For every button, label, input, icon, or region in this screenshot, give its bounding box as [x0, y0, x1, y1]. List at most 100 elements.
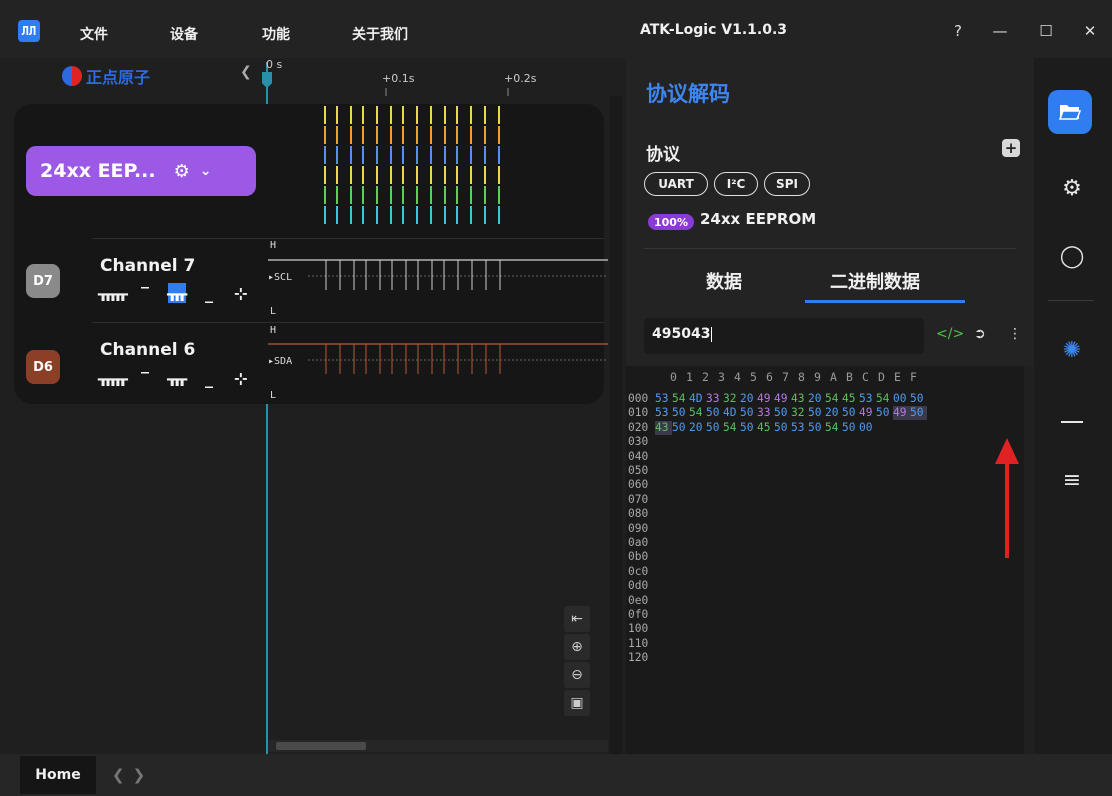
hex-byte[interactable]: 54: [876, 392, 893, 406]
hex-byte[interactable]: 50: [740, 421, 757, 435]
chip-spi[interactable]: SPI: [764, 172, 810, 196]
menu-about[interactable]: 关于我们: [352, 24, 408, 44]
hex-byte[interactable]: 20: [808, 392, 825, 406]
hex-byte[interactable]: 50: [910, 392, 927, 406]
hex-byte[interactable]: 43: [654, 420, 672, 435]
hex-byte[interactable]: 54: [689, 406, 706, 420]
hex-byte[interactable]: 50: [842, 406, 859, 420]
export-icon[interactable]: ➲: [974, 326, 986, 342]
hex-byte[interactable]: 50: [706, 421, 723, 435]
rising-edge-icon[interactable]: ᚅ: [98, 368, 128, 388]
hex-byte[interactable]: 50: [808, 421, 825, 435]
active-protocol-name[interactable]: 24xx EEPROM: [700, 210, 816, 228]
hex-byte[interactable]: 20: [689, 421, 706, 435]
hex-byte[interactable]: 20: [825, 406, 842, 420]
any-edge-icon[interactable]: ⊹: [232, 283, 250, 303]
hex-byte[interactable]: 33: [757, 406, 774, 420]
horizontal-scrollbar[interactable]: [268, 740, 608, 752]
hex-byte[interactable]: 54: [825, 421, 842, 435]
code-icon[interactable]: </>: [936, 326, 964, 342]
hex-byte[interactable]: 50: [774, 421, 791, 435]
folder-icon[interactable]: [1048, 90, 1092, 134]
hex-byte[interactable]: 32: [791, 406, 808, 420]
gear-icon[interactable]: ⚙: [174, 161, 190, 182]
hex-byte[interactable]: 50: [672, 421, 689, 435]
hex-byte[interactable]: 50: [842, 421, 859, 435]
waveform-view[interactable]: [268, 240, 608, 400]
channel-badge-d6[interactable]: D6: [26, 350, 60, 384]
vertical-scrollbar[interactable]: [610, 96, 622, 754]
low-level-icon[interactable]: _: [200, 283, 218, 303]
fit-all-icon[interactable]: ▣: [564, 690, 590, 716]
list-search-icon[interactable]: ≡: [1052, 460, 1092, 500]
time-ruler[interactable]: [268, 84, 608, 96]
zoom-out-icon[interactable]: ⊖: [564, 662, 590, 688]
hex-byte[interactable]: 54: [672, 392, 689, 406]
hex-byte[interactable]: 43: [791, 392, 808, 406]
high-level-icon[interactable]: ‾: [136, 283, 154, 303]
hex-byte[interactable]: 00: [859, 421, 876, 435]
hex-byte[interactable]: 53: [655, 392, 672, 406]
hex-byte[interactable]: 45: [757, 421, 774, 435]
collapse-panel-button[interactable]: ❮: [240, 64, 252, 80]
tab-nav-arrows[interactable]: ❮❯: [112, 766, 153, 784]
close-button[interactable]: ✕: [1076, 18, 1104, 44]
hex-byte[interactable]: 4D: [689, 392, 706, 406]
hex-byte[interactable]: 32: [723, 392, 740, 406]
zoom-in-icon[interactable]: ⊕: [564, 634, 590, 660]
hex-byte[interactable]: 45: [842, 392, 859, 406]
chip-uart[interactable]: UART: [644, 172, 708, 196]
hex-byte[interactable]: 33: [706, 392, 723, 406]
tab-binary-data[interactable]: 二进制数据: [830, 268, 920, 294]
minimize-button[interactable]: —: [986, 18, 1014, 44]
hex-byte[interactable]: 00: [893, 392, 910, 406]
menu-function[interactable]: 功能: [262, 24, 290, 44]
wave-icon[interactable]: ✺: [1052, 330, 1092, 370]
hex-byte[interactable]: 49: [859, 406, 876, 420]
ruler-icon[interactable]: ⎼: [1052, 396, 1092, 436]
more-icon[interactable]: ⋮: [1008, 326, 1022, 342]
menu-file[interactable]: 文件: [80, 24, 108, 44]
hex-byte[interactable]: 50: [909, 406, 927, 421]
chevron-down-icon[interactable]: ⌄: [200, 163, 212, 179]
hex-byte[interactable]: 4D: [723, 406, 740, 420]
tab-home[interactable]: Home: [20, 756, 96, 794]
hex-byte[interactable]: 53: [791, 421, 808, 435]
hex-byte[interactable]: 20: [740, 392, 757, 406]
hex-byte[interactable]: 49: [774, 392, 791, 406]
add-protocol-button[interactable]: +: [1002, 139, 1020, 157]
help-button[interactable]: ?: [944, 18, 972, 44]
scroll-thumb[interactable]: [276, 742, 366, 750]
falling-edge-icon[interactable]: ᚃ: [167, 368, 187, 388]
hex-byte[interactable]: 50: [740, 406, 757, 420]
search-input[interactable]: 495043: [644, 318, 924, 354]
rising-edge-icon[interactable]: ᚅ: [98, 283, 128, 303]
low-level-icon[interactable]: _: [200, 368, 218, 388]
hex-byte[interactable]: 54: [825, 392, 842, 406]
menu-device[interactable]: 设备: [170, 24, 198, 44]
hex-byte[interactable]: 50: [808, 406, 825, 420]
high-level-icon[interactable]: ‾: [136, 368, 154, 388]
maximize-button[interactable]: ☐: [1032, 18, 1060, 44]
falling-edge-icon[interactable]: ᚃ: [167, 283, 187, 303]
channel-name-6[interactable]: Channel 6: [100, 340, 195, 360]
any-edge-icon[interactable]: ⊹: [232, 368, 250, 388]
hex-byte[interactable]: 53: [655, 406, 672, 420]
hex-byte[interactable]: 50: [706, 406, 723, 420]
channel-name-7[interactable]: Channel 7: [100, 256, 195, 276]
hex-byte[interactable]: 49: [757, 392, 774, 406]
chip-i2c[interactable]: I²C: [714, 172, 758, 196]
hex-byte[interactable]: 54: [723, 421, 740, 435]
search-wave-icon[interactable]: ◯: [1052, 236, 1092, 276]
decoder-dropdown[interactable]: 24xx EEP... ⚙ ⌄: [26, 146, 256, 196]
hex-vertical-scrollbar[interactable]: [1024, 366, 1034, 754]
hex-byte[interactable]: 53: [859, 392, 876, 406]
hex-byte[interactable]: 49: [892, 406, 910, 421]
hex-byte[interactable]: 50: [672, 406, 689, 420]
hex-byte[interactable]: 50: [876, 406, 893, 420]
tab-data[interactable]: 数据: [706, 268, 742, 294]
settings-icon[interactable]: ⚙: [1052, 168, 1092, 208]
channel-badge-d7[interactable]: D7: [26, 264, 60, 298]
fit-start-icon[interactable]: ⇤: [564, 606, 590, 632]
hex-byte[interactable]: 50: [774, 406, 791, 420]
